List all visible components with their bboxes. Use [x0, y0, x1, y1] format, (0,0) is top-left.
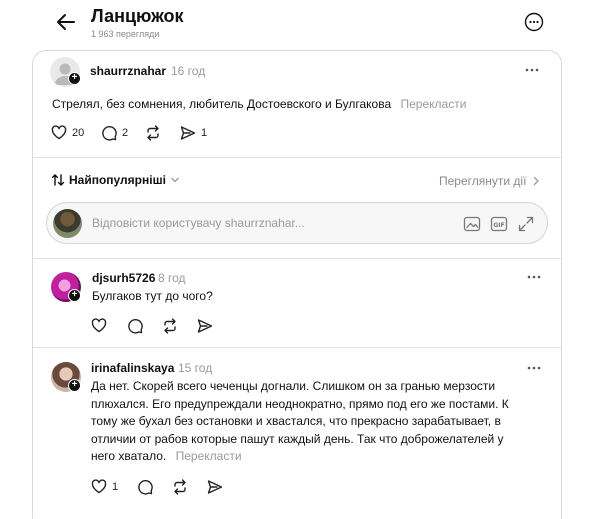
reply-line-last: него хватало. Перекласти: [91, 448, 509, 466]
heart-icon: [51, 125, 67, 140]
reply-line: тому же бухал без остановки и хвастался,…: [91, 414, 501, 428]
reply-line: плюхался. Его предупреждали неоднократно…: [91, 396, 509, 411]
share-button[interactable]: [197, 318, 213, 334]
view-activity-link[interactable]: Переглянути дії: [439, 174, 540, 188]
post-more-icon[interactable]: [524, 67, 540, 73]
share-button[interactable]: [207, 479, 223, 495]
divider: [32, 157, 562, 158]
chevron-down-icon: [171, 177, 179, 183]
follow-plus-button[interactable]: +: [68, 289, 81, 302]
image-icon[interactable]: [463, 215, 481, 233]
post-body: Стрелял, без сомнения, любитель Достоевс…: [52, 97, 392, 111]
follow-plus-button[interactable]: +: [68, 379, 81, 392]
translate-link[interactable]: Перекласти: [400, 97, 466, 111]
comment-button[interactable]: 2: [101, 125, 128, 141]
reply-more-icon[interactable]: [526, 365, 542, 371]
reply-line: Да нет. Скорей всего чеченцы догнали. Сл…: [91, 379, 496, 393]
translate-link[interactable]: Перекласти: [176, 449, 242, 463]
reply-placeholder: Відповісти користувачу shaurrznahar...: [92, 216, 305, 230]
divider: [32, 347, 562, 348]
post-username[interactable]: shaurrznahar: [90, 64, 166, 78]
comment-count: 2: [122, 127, 129, 139]
sort-arrows-icon: [51, 174, 65, 186]
gif-icon[interactable]: GIF: [490, 215, 508, 233]
expand-icon[interactable]: [517, 215, 535, 233]
reply-line: отличии от рабов которые пашут каждый де…: [91, 431, 504, 446]
post-text: Стрелял, без сомнения, любитель Достоевс…: [52, 96, 466, 114]
avatar: [53, 209, 82, 238]
reply-text: Да нет. Скорей всего чеченцы догнали. Сл…: [91, 378, 509, 466]
share-count: 1: [201, 127, 208, 139]
reply-username[interactable]: irinafalinskaya: [91, 361, 174, 375]
chevron-right-icon: [534, 176, 540, 186]
send-icon: [197, 319, 213, 333]
like-button[interactable]: 1: [91, 479, 118, 494]
repost-button[interactable]: [145, 125, 161, 141]
arrow-left-icon[interactable]: [54, 10, 78, 34]
view-activity-label: Переглянути дії: [439, 174, 527, 188]
reply-more-icon[interactable]: [526, 274, 542, 280]
share-button[interactable]: 1: [180, 125, 207, 141]
post-time: 16 год: [171, 64, 206, 78]
reply-time: 15 год: [178, 361, 213, 375]
follow-plus-button[interactable]: +: [68, 72, 81, 85]
like-button[interactable]: 20: [51, 125, 84, 140]
send-icon: [207, 480, 223, 494]
sort-dropdown[interactable]: Найпопулярніші: [51, 173, 180, 187]
heart-icon: [91, 318, 107, 333]
repost-icon: [164, 318, 176, 334]
like-button[interactable]: [91, 318, 107, 333]
reply-time: 8 год: [158, 271, 186, 285]
reply-text: Булгаков тут до чого?: [92, 289, 213, 303]
comment-button[interactable]: [137, 479, 153, 495]
sort-label: Найпопулярніші: [69, 173, 166, 187]
page-title: Ланцюжок: [91, 6, 184, 26]
view-count: 1 963 перегляди: [91, 29, 160, 39]
repost-icon: [174, 479, 186, 495]
repost-button[interactable]: [162, 318, 178, 334]
comment-bubble-icon: [102, 126, 117, 141]
repost-icon: [147, 125, 159, 141]
more-circle-icon[interactable]: [524, 12, 544, 32]
comment-button[interactable]: [127, 318, 143, 334]
comment-bubble-icon: [138, 480, 153, 495]
send-icon: [180, 126, 196, 140]
reply-line: него хватало.: [91, 449, 167, 463]
comment-bubble-icon: [128, 319, 143, 334]
reply-input[interactable]: Відповісти користувачу shaurrznahar... G…: [46, 202, 548, 244]
like-count: 1: [112, 480, 119, 493]
thread-page: Ланцюжок 1 963 перегляди + shaurrznahar …: [0, 0, 608, 519]
repost-button[interactable]: [172, 479, 188, 495]
like-count: 20: [72, 126, 85, 139]
svg-text:GIF: GIF: [493, 222, 504, 229]
divider: [32, 258, 562, 259]
heart-icon: [91, 479, 107, 494]
reply-username[interactable]: djsurh5726: [92, 271, 155, 285]
